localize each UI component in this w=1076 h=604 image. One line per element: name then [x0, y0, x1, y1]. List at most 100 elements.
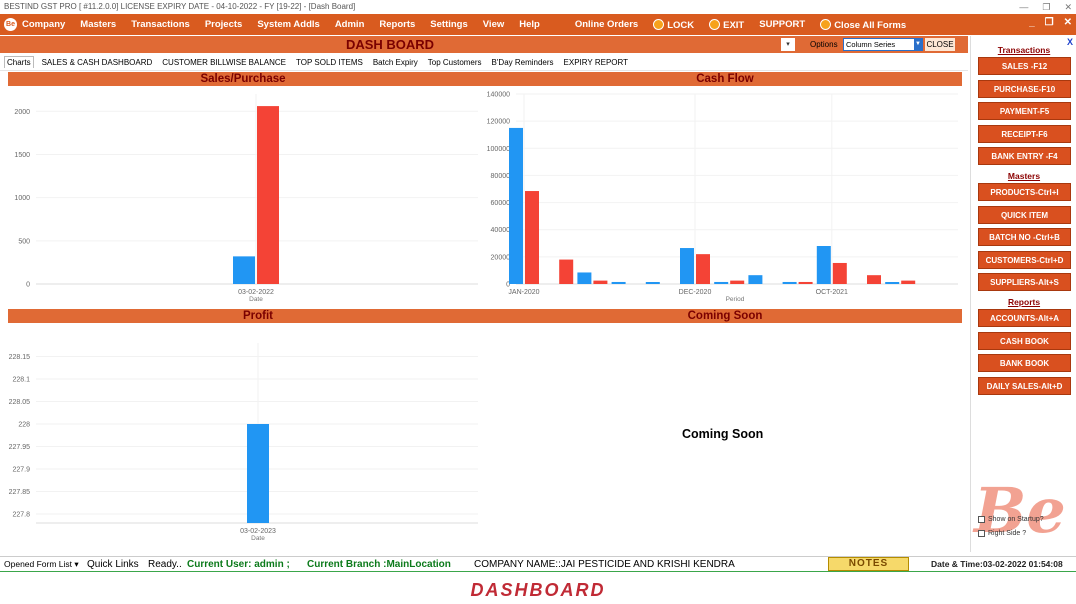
mdi-minimize-icon[interactable]: _ [1029, 17, 1035, 28]
mdi-restore-icon[interactable]: ❐ [1045, 17, 1054, 28]
sidebar-button-batch-no-ctrl-b[interactable]: BATCH NO -Ctrl+B [978, 228, 1071, 247]
top-panel-header: Sales/Purchase Cash Flow [8, 72, 962, 86]
app-logo: Be [4, 18, 17, 31]
chart-bar [559, 259, 574, 284]
chart-bar [867, 275, 881, 284]
profit-title: Profit [242, 310, 274, 322]
menu-system-addls[interactable]: System Addls [257, 19, 319, 30]
datetime-label: Date & Time: [931, 559, 983, 569]
chart-bar [257, 106, 279, 284]
tab-top-customers[interactable]: Top Customers [426, 57, 484, 68]
sidebar-button-bank-book[interactable]: BANK BOOK [978, 354, 1071, 373]
coming-soon-text: Coming Soon [682, 427, 764, 441]
chart-bar [577, 272, 592, 284]
menu-close-all-forms[interactable]: Close All Forms [820, 18, 906, 31]
tab-charts[interactable]: Charts [4, 56, 34, 68]
mdi-close-icon[interactable]: ✕ [1064, 17, 1072, 28]
series-type-select[interactable]: Column Series ▼ [843, 38, 923, 51]
chart-bar [247, 424, 269, 523]
sales-purchase-title: Sales/Purchase [200, 73, 286, 85]
chart-bar [832, 262, 847, 284]
opened-form-list[interactable]: Opened Form List ▾ [4, 557, 79, 572]
right-side-checkbox[interactable]: Right Side ? [978, 530, 1026, 537]
menu-view[interactable]: View [483, 19, 504, 30]
tab-batch-expiry[interactable]: Batch Expiry [371, 57, 420, 68]
close-all-icon [820, 18, 832, 30]
tab-bday-reminders[interactable]: B'Day Reminders [490, 57, 556, 68]
chart-bar [730, 280, 745, 284]
sidebar-button-customers-ctrl-d[interactable]: CUSTOMERS-Ctrl+D [978, 250, 1071, 269]
sidebar-section-title: Masters [1007, 171, 1041, 181]
show-on-startup-checkbox[interactable]: Show on Startup? [978, 516, 1044, 523]
show-on-startup-label: Show on Startup? [988, 516, 1044, 523]
sidebar-button-cash-book[interactable]: CASH BOOK [978, 331, 1071, 350]
checkbox-icon[interactable] [978, 530, 985, 537]
menu-projects[interactable]: Projects [205, 19, 243, 30]
sidebar-button-purchase-f10[interactable]: PURCHASE-F10 [978, 79, 1071, 98]
menu-masters[interactable]: Masters [80, 19, 116, 30]
cash-flow-chart: 0 20000 40000 60000 80000 100000 120000 140000 J… [487, 86, 962, 306]
tab-expiry-report[interactable]: EXPIRY REPORT [562, 57, 630, 68]
sidebar-button-payment-f5[interactable]: PAYMENT-F5 [978, 102, 1071, 121]
y-tick-label: 1000 [14, 195, 30, 202]
lock-label: LOCK [667, 19, 695, 31]
chart-bar [714, 281, 729, 284]
quick-links[interactable]: Quick Links [87, 557, 139, 572]
y-tick-label: 20000 [491, 254, 511, 261]
checkbox-icon[interactable] [978, 516, 985, 523]
y-tick-label: 120000 [487, 119, 510, 126]
y-tick-label: 60000 [491, 200, 511, 207]
chart-bar [525, 191, 539, 284]
right-side-label: Right Side ? [988, 530, 1027, 537]
sidebar-section-title: Reports [1007, 297, 1041, 307]
datetime-value: 03-02-2022 01:54:08 [982, 559, 1063, 569]
dropdown-arrow-icon[interactable]: ▼ [914, 39, 922, 50]
y-tick-label: 228.15 [9, 354, 31, 361]
tab-sales-cash-dashboard[interactable]: SALES & CASH DASHBOARD [40, 57, 155, 68]
notes-button[interactable]: NOTES [828, 557, 909, 571]
chart-bar [816, 246, 831, 284]
y-tick-label: 500 [18, 238, 30, 245]
cash-flow-title: Cash Flow [696, 73, 754, 85]
close-window-icon[interactable]: ✕ [1064, 0, 1072, 14]
window-titlebar: BESTIND GST PRO [ #11.2.0.0] LICENSE EXP… [0, 0, 1076, 14]
x-tick-label: DEC-2020 [679, 289, 712, 296]
profit-svg: 227.8 227.85 227.9 227.95 228 228.05 228.1 228.… [9, 343, 478, 542]
sidebar-button-sales-f12[interactable]: SALES -F12 [978, 57, 1071, 75]
menu-exit[interactable]: EXIT [709, 18, 744, 31]
menu-support[interactable]: SUPPORT [759, 19, 805, 30]
bottom-panel-header: Profit Coming Soon [8, 309, 962, 323]
y-tick-label: 227.95 [9, 444, 31, 451]
close-dashboard-button[interactable]: CLOSE [925, 38, 955, 51]
chart-bar [901, 280, 916, 284]
dashboard-header: DASH BOARD ▾ Options Column Series ▼ CLO… [0, 36, 968, 53]
chevron-down-icon[interactable]: ▾ [781, 38, 795, 51]
y-tick-label: 140000 [487, 92, 510, 99]
tab-customer-billwise-balance[interactable]: CUSTOMER BILLWISE BALANCE [160, 57, 288, 68]
restore-icon[interactable]: ❐ [1042, 0, 1050, 14]
menu-company[interactable]: Company [22, 19, 65, 30]
chart-bar [233, 256, 255, 284]
minimize-icon[interactable]: — [1019, 0, 1028, 14]
menu-settings[interactable]: Settings [430, 19, 467, 30]
menu-admin[interactable]: Admin [335, 19, 365, 30]
sidebar-button-accounts-alt-a[interactable]: ACCOUNTS-Alt+A [978, 309, 1071, 327]
menu-reports[interactable]: Reports [379, 19, 415, 30]
menu-transactions[interactable]: Transactions [131, 19, 190, 30]
x-axis-title: Date [251, 535, 265, 542]
sidebar-button-bank-entry-f4[interactable]: BANK ENTRY -F4 [978, 147, 1071, 166]
y-tick-label: 228 [18, 422, 30, 429]
menu-help[interactable]: Help [519, 19, 540, 30]
dashboard-tabs: Charts SALES & CASH DASHBOARD CUSTOMER B… [0, 54, 968, 71]
y-tick-label: 1500 [14, 152, 30, 159]
menu-lock[interactable]: LOCK [653, 18, 695, 31]
sidebar-button-daily-sales-alt-d[interactable]: DAILY SALES-Alt+D [978, 376, 1071, 395]
sidebar-button-suppliers-alt-s[interactable]: SUPPLIERS-Alt+S [978, 273, 1071, 292]
sidebar-button-products-ctrl-i[interactable]: PRODUCTS-Ctrl+I [978, 183, 1071, 201]
tab-top-sold-items[interactable]: TOP SOLD ITEMS [294, 57, 365, 68]
menu-online-orders[interactable]: Online Orders [575, 19, 638, 30]
y-tick-label: 2000 [14, 109, 30, 116]
sidebar-button-receipt-f6[interactable]: RECEIPT-F6 [978, 124, 1071, 143]
chart-bar [509, 127, 523, 284]
sidebar-button-quick-item[interactable]: QUICK ITEM [978, 205, 1071, 224]
